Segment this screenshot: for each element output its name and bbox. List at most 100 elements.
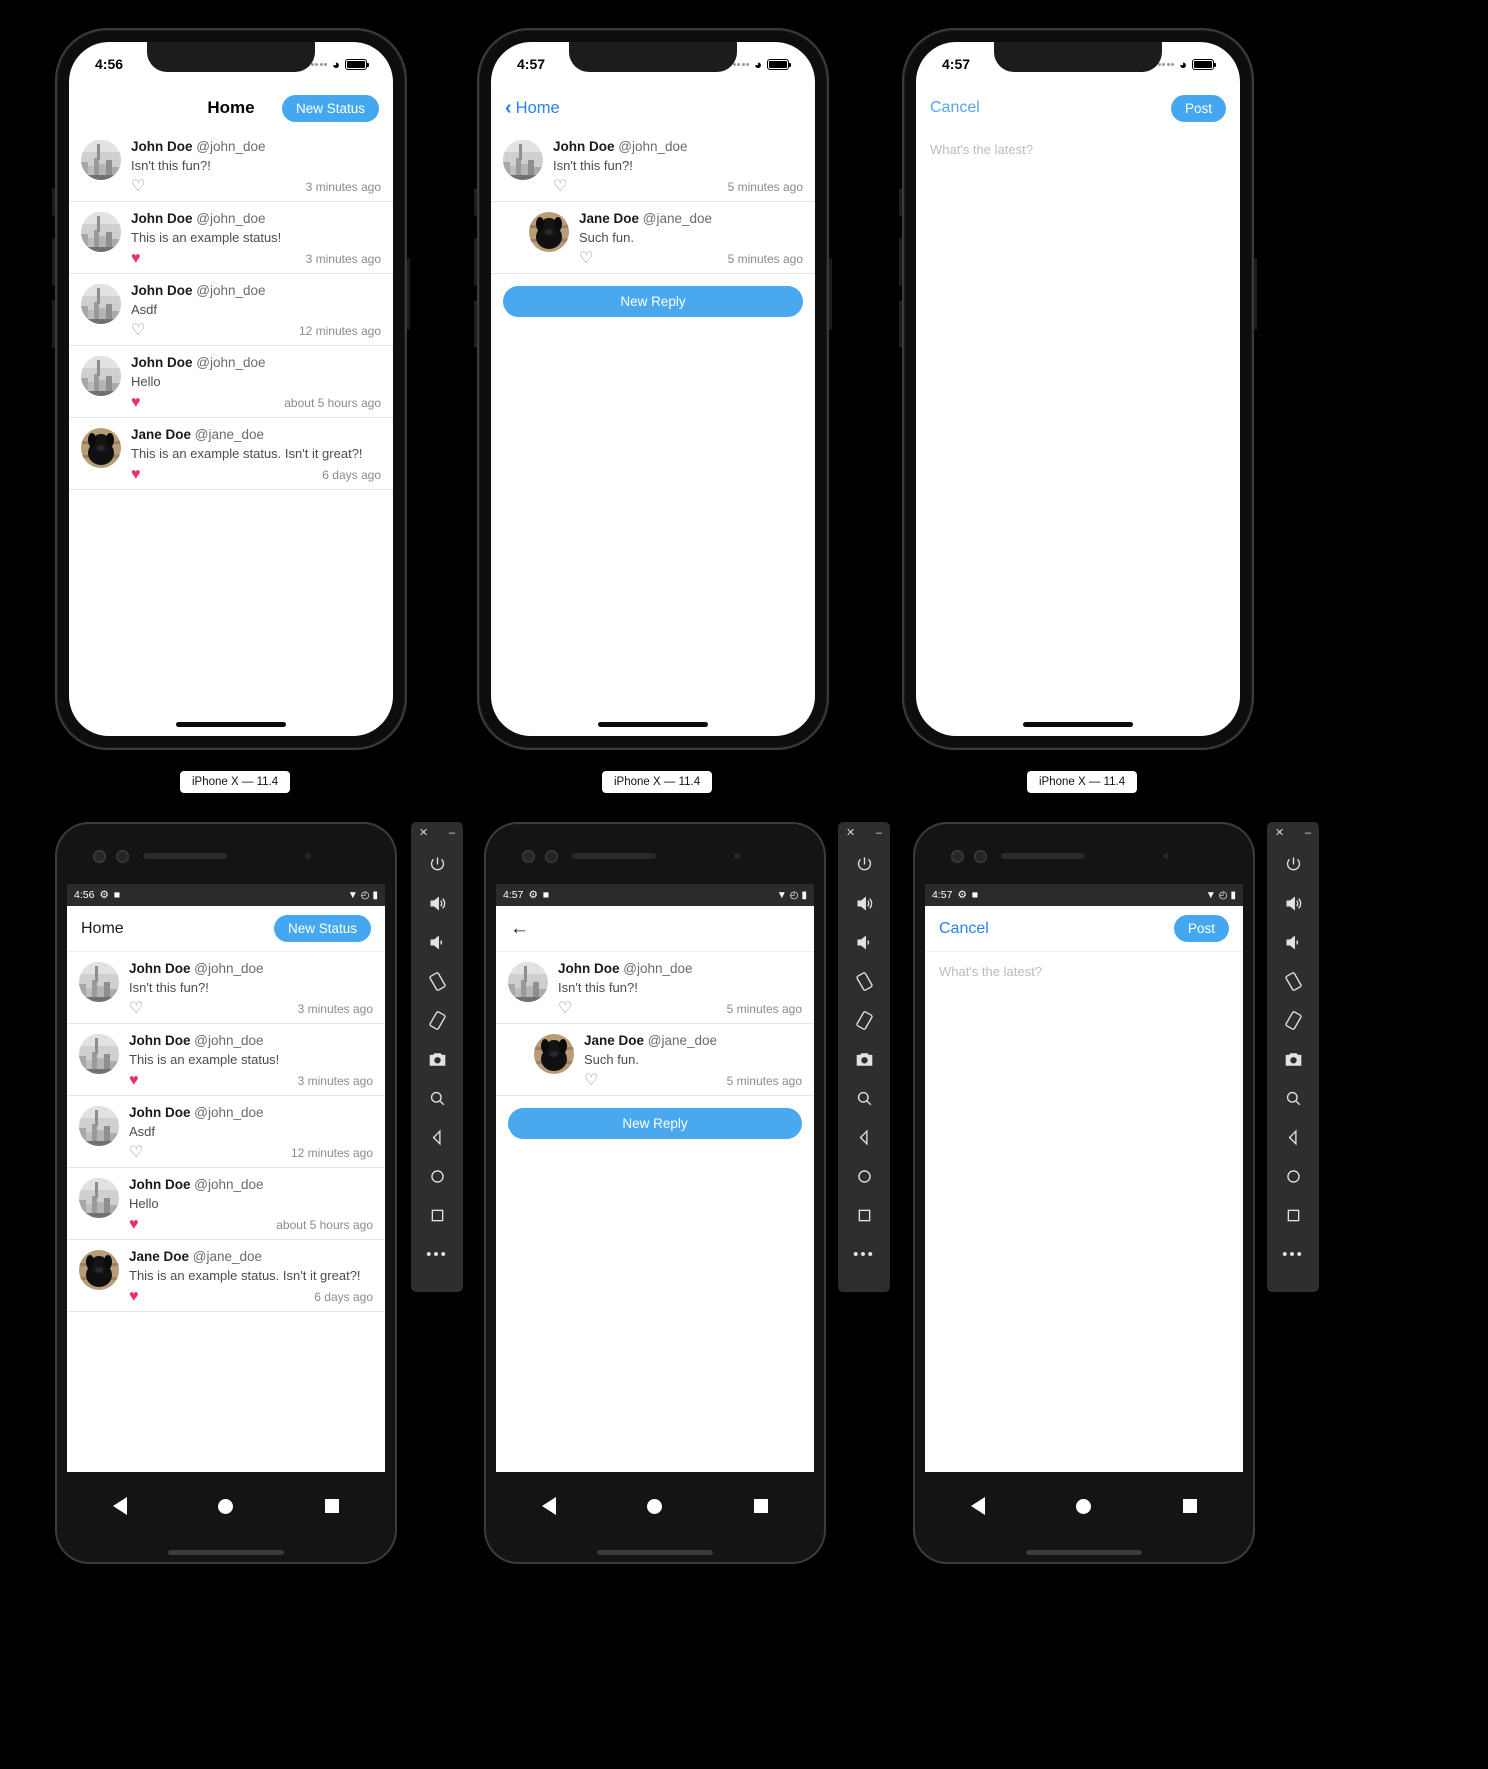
like-heart-icon[interactable]: ♡ — [129, 1001, 143, 1017]
like-heart-icon[interactable]: ♥ — [129, 1217, 139, 1233]
like-heart-icon[interactable]: ♡ — [553, 179, 567, 195]
nav-home-button[interactable] — [647, 1498, 663, 1514]
avatar[interactable] — [503, 140, 543, 180]
avatar[interactable] — [508, 962, 548, 1002]
volume-up-button[interactable] — [52, 238, 55, 286]
status-row[interactable]: John Doe @john_doe Isn't this fun?! ♡ 3 min… — [67, 952, 385, 1025]
like-heart-icon[interactable]: ♡ — [131, 179, 145, 195]
status-row[interactable]: John Doe @john_doe Isn't this fun?! ♡ 5 min… — [496, 952, 814, 1025]
like-heart-icon[interactable]: ♡ — [129, 1145, 143, 1161]
status-row[interactable]: Jane Doe @jane_doe This is an example sta… — [69, 418, 393, 491]
status-row[interactable]: John Doe @john_doe Asdf ♡ 12 minutes ago — [69, 274, 393, 347]
more-icon[interactable]: ••• — [1267, 1235, 1319, 1274]
overview-icon[interactable] — [838, 1196, 890, 1235]
like-heart-icon[interactable]: ♥ — [131, 467, 141, 483]
avatar[interactable] — [81, 284, 121, 325]
minimize-icon[interactable]: ‒ — [876, 828, 882, 839]
like-heart-icon[interactable]: ♡ — [558, 1001, 572, 1017]
power-button[interactable] — [1254, 258, 1257, 330]
new-reply-button[interactable]: New Reply — [503, 286, 803, 318]
power-icon[interactable] — [1267, 845, 1319, 884]
back-icon[interactable] — [838, 1118, 890, 1157]
avatar[interactable] — [81, 356, 121, 397]
new-status-button[interactable]: New Status — [273, 915, 371, 942]
cancel-button[interactable]: Cancel — [939, 920, 989, 938]
new-reply-button[interactable]: New Reply — [508, 1108, 802, 1140]
rotate-left-icon[interactable] — [411, 962, 463, 1001]
overview-icon[interactable] — [1267, 1196, 1319, 1235]
status-row[interactable]: John Doe @john_doe This is an example sta… — [67, 1024, 385, 1097]
mute-switch[interactable] — [474, 188, 477, 216]
power-button[interactable] — [407, 258, 410, 330]
nav-back-button[interactable] — [541, 1497, 556, 1515]
power-icon[interactable] — [411, 845, 463, 884]
zoom-icon[interactable] — [411, 1079, 463, 1118]
status-row[interactable]: John Doe @john_doe Isn't this fun?! ♡ 5 min… — [491, 130, 815, 203]
like-heart-icon[interactable]: ♥ — [129, 1289, 139, 1305]
avatar[interactable] — [534, 1034, 574, 1075]
close-icon[interactable]: ✕ — [846, 828, 855, 839]
power-icon[interactable] — [838, 845, 890, 884]
close-icon[interactable]: ✕ — [1275, 828, 1284, 839]
status-row[interactable]: John Doe @john_doe Hello ♥ about 5 hours ag… — [69, 346, 393, 419]
rotate-right-icon[interactable] — [411, 1001, 463, 1040]
nav-home-button[interactable] — [1076, 1498, 1092, 1514]
volume-up-icon[interactable] — [838, 884, 890, 923]
mute-switch[interactable] — [52, 188, 55, 216]
status-row[interactable]: Jane Doe @jane_doe Such fun. ♡ 5 minutes ag… — [496, 1024, 814, 1097]
home-indicator[interactable] — [1023, 722, 1133, 727]
more-icon[interactable]: ••• — [411, 1235, 463, 1274]
home-indicator[interactable] — [598, 722, 708, 727]
nav-back-button[interactable] — [970, 1497, 985, 1515]
volume-down-button[interactable] — [52, 300, 55, 348]
status-row[interactable]: John Doe @john_doe Hello ♥ about 5 hours ag… — [67, 1168, 385, 1241]
back-to-home-button[interactable]: ‹ Home — [505, 98, 560, 118]
compose-textarea-placeholder[interactable]: What's the latest? — [916, 130, 1240, 169]
avatar[interactable] — [81, 428, 121, 469]
back-icon[interactable] — [411, 1118, 463, 1157]
like-heart-icon[interactable]: ♡ — [131, 323, 145, 339]
like-heart-icon[interactable]: ♡ — [579, 251, 593, 267]
rotate-right-icon[interactable] — [838, 1001, 890, 1040]
like-heart-icon[interactable]: ♥ — [129, 1073, 139, 1089]
volume-down-icon[interactable] — [1267, 923, 1319, 962]
volume-down-button[interactable] — [899, 300, 902, 348]
volume-up-icon[interactable] — [411, 884, 463, 923]
status-row[interactable]: John Doe @john_doe This is an example sta… — [69, 202, 393, 275]
post-button[interactable]: Post — [1173, 915, 1229, 942]
rotate-left-icon[interactable] — [838, 962, 890, 1001]
avatar[interactable] — [79, 1250, 119, 1291]
volume-up-button[interactable] — [899, 238, 902, 286]
volume-down-icon[interactable] — [838, 923, 890, 962]
home-icon[interactable] — [1267, 1157, 1319, 1196]
camera-icon[interactable] — [838, 1040, 890, 1079]
close-icon[interactable]: ✕ — [419, 828, 428, 839]
camera-icon[interactable] — [411, 1040, 463, 1079]
status-row[interactable]: John Doe @john_doe Asdf ♡ 12 minutes ago — [67, 1096, 385, 1169]
minimize-icon[interactable]: ‒ — [1305, 828, 1311, 839]
avatar[interactable] — [79, 1178, 119, 1219]
zoom-icon[interactable] — [1267, 1079, 1319, 1118]
like-heart-icon[interactable]: ♡ — [584, 1073, 598, 1089]
power-button[interactable] — [829, 258, 832, 330]
nav-overview-button[interactable] — [325, 1499, 340, 1513]
home-icon[interactable] — [411, 1157, 463, 1196]
compose-textarea-placeholder[interactable]: What's the latest? — [925, 952, 1243, 991]
more-icon[interactable]: ••• — [838, 1235, 890, 1274]
status-row[interactable]: John Doe @john_doe Isn't this fun?! ♡ 3 min… — [69, 130, 393, 203]
like-heart-icon[interactable]: ♥ — [131, 251, 141, 267]
volume-up-icon[interactable] — [1267, 884, 1319, 923]
status-row[interactable]: Jane Doe @jane_doe This is an example sta… — [67, 1240, 385, 1313]
overview-icon[interactable] — [411, 1196, 463, 1235]
new-status-button[interactable]: New Status — [281, 94, 379, 122]
home-indicator[interactable] — [176, 722, 286, 727]
camera-icon[interactable] — [1267, 1040, 1319, 1079]
avatar[interactable] — [529, 212, 569, 253]
back-icon[interactable] — [1267, 1118, 1319, 1157]
rotate-right-icon[interactable] — [1267, 1001, 1319, 1040]
post-button[interactable]: Post — [1170, 94, 1226, 122]
zoom-icon[interactable] — [838, 1079, 890, 1118]
nav-overview-button[interactable] — [1183, 1499, 1198, 1513]
avatar[interactable] — [79, 1106, 119, 1147]
avatar[interactable] — [81, 140, 121, 180]
